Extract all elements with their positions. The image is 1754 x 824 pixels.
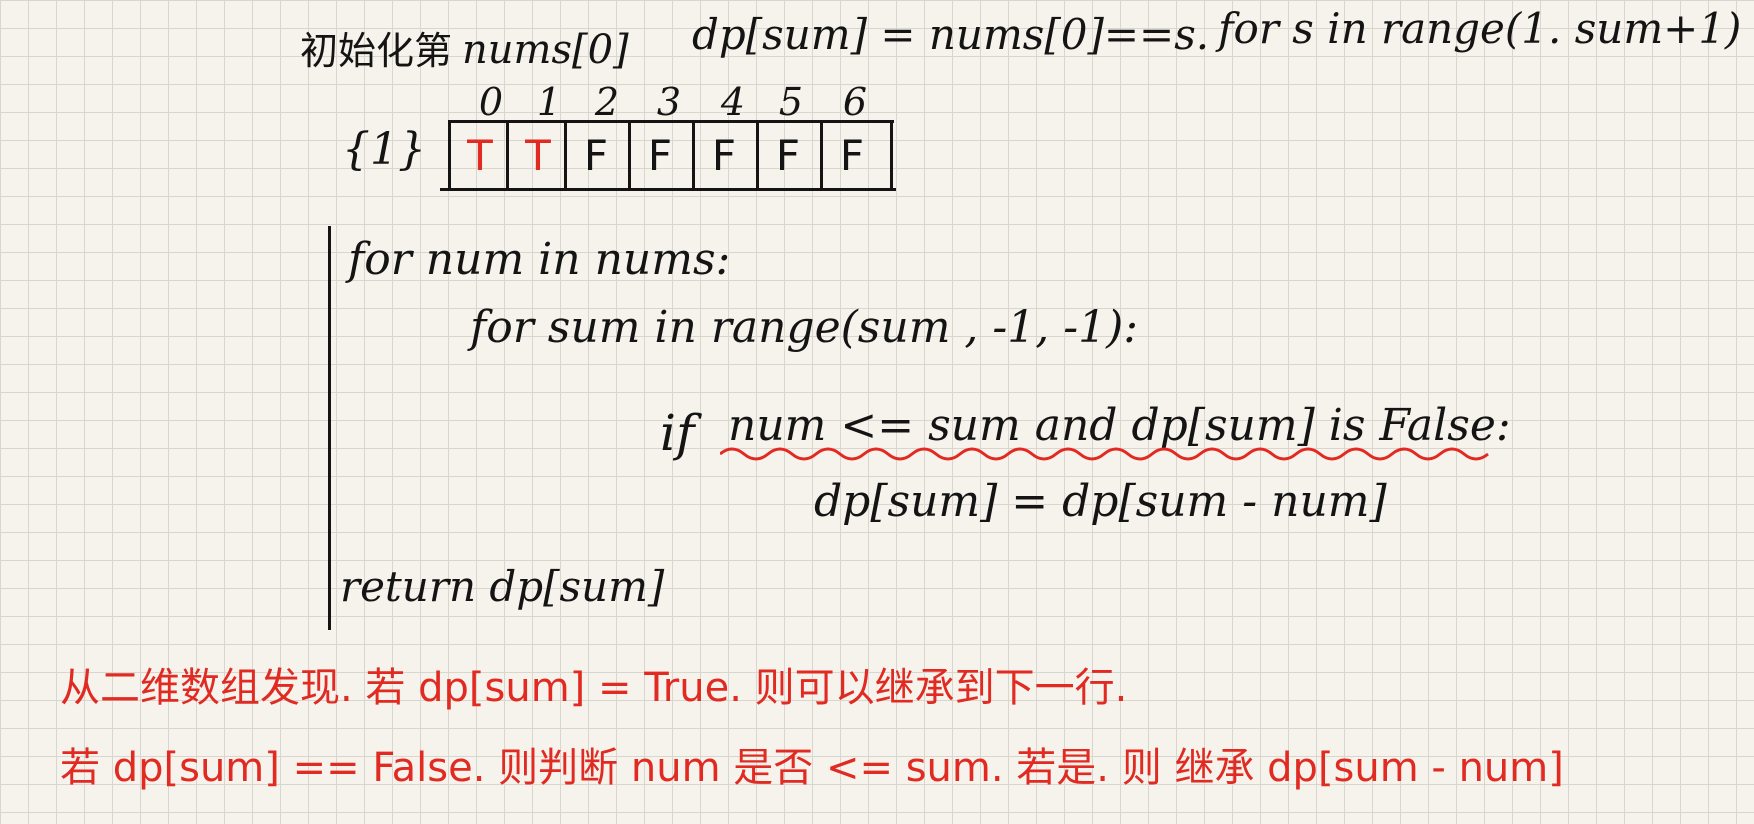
array-right-border bbox=[890, 122, 893, 190]
dp-cell: F bbox=[756, 122, 817, 188]
dp-init-formula: dp[sum] = nums[0]==s. bbox=[692, 10, 1210, 59]
note-line-1: 从二维数组发现. 若 dp[sum] = True. 则可以继承到下一行. bbox=[60, 665, 1128, 711]
index-label: 2 bbox=[594, 80, 620, 124]
dp-cell: F bbox=[628, 122, 689, 188]
init-label: 初始化第 bbox=[300, 29, 453, 73]
index-label: 6 bbox=[842, 80, 868, 124]
dp-array: T T F F F F F bbox=[448, 122, 896, 194]
code-line-outer-loop: for num in nums: bbox=[348, 234, 731, 285]
red-underline-wave bbox=[720, 447, 1489, 461]
code-line-inner-loop: for sum in range(sum , -1, -1): bbox=[470, 302, 1139, 353]
index-label: 4 bbox=[720, 80, 746, 124]
index-label: 0 bbox=[478, 80, 504, 124]
code-block-bar bbox=[328, 226, 331, 630]
code-if-keyword: if bbox=[660, 404, 695, 462]
dp-cell: F bbox=[820, 122, 881, 188]
dp-cell: T bbox=[448, 122, 509, 188]
dp-cell: T bbox=[506, 122, 567, 188]
code-line-return: return dp[sum] bbox=[340, 562, 665, 611]
index-label: 5 bbox=[778, 80, 804, 124]
index-label: 1 bbox=[536, 80, 562, 124]
init-nums: nums[0] bbox=[462, 27, 629, 73]
range-loop: for s in range(1. sum+1) bbox=[1218, 4, 1742, 53]
set-label: {1} bbox=[342, 124, 426, 175]
dp-cell: F bbox=[564, 122, 625, 188]
dp-cell: F bbox=[692, 122, 753, 188]
index-label: 3 bbox=[656, 80, 682, 124]
note-line-2: 若 dp[sum] == False. 则判断 num 是否 <= sum. 若… bbox=[60, 745, 1564, 791]
code-line-assign: dp[sum] = dp[sum - num] bbox=[814, 476, 1387, 527]
